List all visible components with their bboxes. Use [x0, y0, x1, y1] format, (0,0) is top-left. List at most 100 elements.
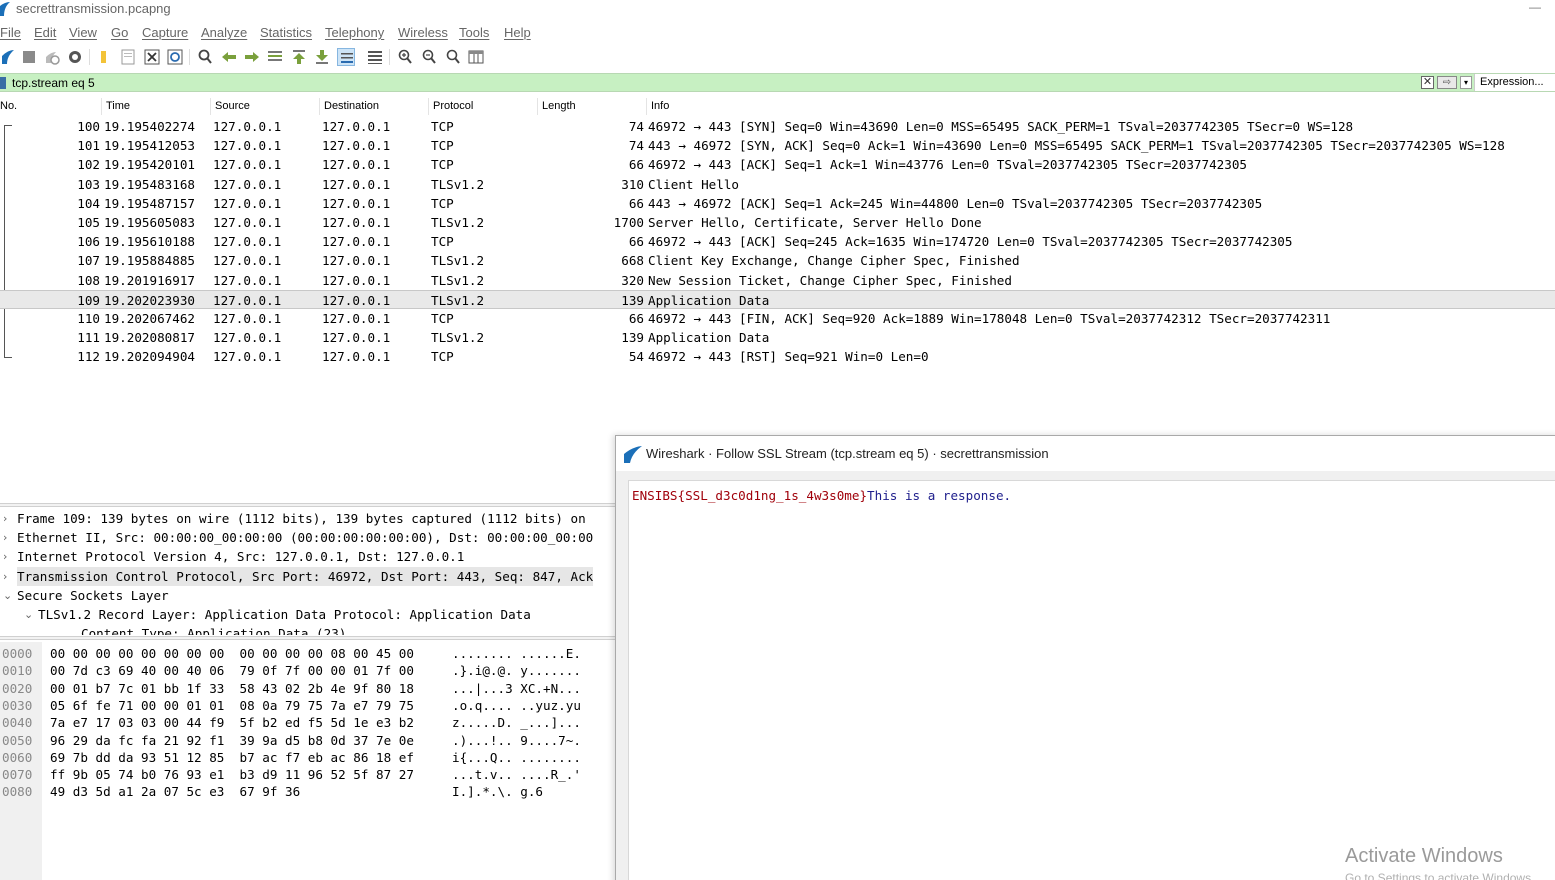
packet-row[interactable]: 103 19.195483168 127.0.0.1 127.0.0.1 TLSv1.2… — [0, 175, 1555, 194]
detail-tree-item[interactable]: ⌄ Secure Sockets Layer — [0, 586, 615, 605]
packet-row[interactable]: 109 19.202023930 127.0.0.1 127.0.0.1 TLSv1.2… — [0, 289, 1555, 309]
packet-row[interactable]: 105 19.195605083 127.0.0.1 127.0.0.1 TLSv1.2… — [0, 213, 1555, 232]
expanded-chevron-icon[interactable]: ⌄ — [24, 605, 33, 624]
menu-help[interactable]: Help — [504, 25, 531, 40]
menu-view[interactable]: View — [69, 25, 97, 40]
close-file-icon[interactable] — [143, 48, 161, 66]
reload-file-icon[interactable] — [166, 48, 184, 66]
hex-row[interactable]: 0030 05 6f fe 71 00 00 01 01 08 0a 79 75 … — [0, 697, 615, 714]
shark-fin-start-icon[interactable] — [0, 48, 18, 66]
packet-no: 105 — [77, 215, 100, 230]
expression-button[interactable]: Expression... — [1474, 74, 1555, 91]
go-forward-icon[interactable] — [243, 48, 261, 66]
open-file-icon[interactable] — [95, 48, 113, 66]
zoom-in-icon[interactable] — [396, 48, 414, 66]
menu-analyze[interactable]: Analyze — [201, 25, 247, 40]
column-source[interactable]: Source — [215, 100, 250, 112]
menu-telephony[interactable]: Telephony — [325, 25, 384, 40]
menu-file[interactable]: File — [0, 25, 21, 40]
colorize-icon[interactable] — [366, 48, 384, 66]
stream-content-area[interactable]: ENSIBS{SSL_d3c0d1ng_1s_4w3s0me}This is a… — [628, 480, 1555, 880]
packet-destination: 127.0.0.1 — [322, 330, 391, 346]
packet-no: 109 — [77, 292, 100, 308]
detail-tree-label: Transmission Control Protocol, Src Port:… — [17, 566, 594, 586]
collapsed-chevron-icon[interactable]: › — [3, 547, 7, 566]
column-time[interactable]: Time — [106, 100, 130, 112]
detail-tree-item[interactable]: › Frame 109: 139 bytes on wire (1112 bits… — [0, 509, 615, 528]
autoscroll-icon[interactable] — [337, 48, 355, 66]
column-protocol[interactable]: Protocol — [433, 100, 473, 112]
packet-row[interactable]: 102 19.195420101 127.0.0.1 127.0.0.1 TCP 66 46… — [0, 155, 1555, 174]
detail-tree-item[interactable]: › Internet Protocol Version 4, Src: 127.0… — [0, 547, 615, 566]
hex-offset: 0050 — [2, 732, 33, 748]
packet-row[interactable]: 106 19.195610188 127.0.0.1 127.0.0.1 TCP 66 46… — [0, 232, 1555, 251]
packet-row[interactable]: 111 19.202080817 127.0.0.1 127.0.0.1 TLSv1.2… — [0, 328, 1555, 347]
hex-row[interactable]: 0040 7a e7 17 03 03 00 44 f9 5f b2 ed f5 … — [0, 714, 615, 731]
packet-row[interactable]: 110 19.202067462 127.0.0.1 127.0.0.1 TCP 66 46… — [0, 309, 1555, 328]
packet-time: 19.202023930 — [104, 292, 195, 308]
filter-history-dropdown[interactable]: ▾ — [1460, 76, 1472, 89]
hex-row[interactable]: 0070 ff 9b 05 74 b0 76 93 e1 b3 d9 11 96 … — [0, 766, 615, 783]
hex-row[interactable]: 0050 96 29 da fc fa 21 92 f1 39 9a d5 b8 … — [0, 732, 615, 749]
collapsed-chevron-icon[interactable]: › — [3, 567, 7, 586]
column-info[interactable]: Info — [651, 100, 669, 112]
hex-row[interactable]: 0010 00 7d c3 69 40 00 40 06 79 0f 7f 00 … — [0, 662, 615, 679]
packet-row[interactable]: 100 19.195402274 127.0.0.1 127.0.0.1 TCP 74 46… — [0, 117, 1555, 136]
collapsed-chevron-icon[interactable]: › — [3, 509, 7, 528]
minimize-button[interactable]: — — [1529, 0, 1541, 14]
stream-text: ENSIBS{SSL_d3c0d1ng_1s_4w3s0me}This is a… — [632, 488, 1011, 503]
hex-row[interactable]: 0000 00 00 00 00 00 00 00 00 00 00 00 00 … — [0, 645, 615, 662]
go-first-icon[interactable] — [290, 48, 308, 66]
menu-tools[interactable]: Tools — [459, 25, 489, 40]
pane-splitter[interactable] — [0, 503, 615, 507]
packet-time: 19.195487157 — [104, 195, 195, 211]
packet-row[interactable]: 104 19.195487157 127.0.0.1 127.0.0.1 TCP 66 44… — [0, 194, 1555, 213]
display-filter-input[interactable] — [12, 74, 1412, 91]
menu-go[interactable]: Go — [111, 25, 128, 40]
go-last-icon[interactable] — [313, 48, 331, 66]
expanded-chevron-icon[interactable]: ⌄ — [3, 586, 12, 605]
hex-offset: 0030 — [2, 697, 33, 713]
hex-ascii: .}.i@.@. y....... — [452, 663, 581, 679]
packet-row[interactable]: 108 19.201916917 127.0.0.1 127.0.0.1 TLSv1.2… — [0, 271, 1555, 290]
zoom-out-icon[interactable] — [420, 48, 438, 66]
resize-columns-icon[interactable] — [467, 48, 485, 66]
go-back-icon[interactable] — [220, 48, 238, 66]
restart-capture-icon[interactable] — [43, 48, 61, 66]
collapsed-chevron-icon[interactable]: › — [3, 528, 7, 547]
menu-wireless[interactable]: Wireless — [398, 25, 448, 40]
packet-row[interactable]: 112 19.202094904 127.0.0.1 127.0.0.1 TCP 54 46… — [0, 347, 1555, 366]
menu-statistics[interactable]: Statistics — [260, 25, 312, 40]
packet-time: 19.202094904 — [104, 349, 195, 365]
detail-tree-item[interactable]: ⌄ TLSv1.2 Record Layer: Application Data … — [0, 605, 615, 624]
hex-row[interactable]: 0020 00 01 b7 7c 01 bb 1f 33 58 43 02 2b … — [0, 680, 615, 697]
menu-capture[interactable]: Capture — [142, 25, 188, 40]
pane-splitter[interactable] — [0, 636, 615, 640]
go-to-packet-icon[interactable] — [266, 48, 284, 66]
clear-filter-icon[interactable]: ✕ — [1421, 76, 1434, 89]
normal-size-icon[interactable] — [444, 48, 462, 66]
column-no[interactable]: No. — [0, 100, 17, 112]
packet-info: 46972 → 443 [ACK] Seq=245 Ack=1635 Win=1… — [648, 234, 1293, 250]
find-packet-icon[interactable] — [196, 48, 214, 66]
filter-bookmark-icon[interactable] — [0, 77, 6, 89]
hex-row[interactable]: 0080 49 d3 5d a1 2a 07 5c e3 67 9f 36 I.].… — [0, 783, 615, 800]
stop-capture-icon[interactable] — [20, 48, 38, 66]
menu-edit[interactable]: Edit — [34, 25, 56, 40]
hex-bytes: 00 01 b7 7c 01 bb 1f 33 58 43 02 2b 4e 9… — [50, 680, 414, 696]
column-destination[interactable]: Destination — [324, 100, 379, 112]
column-length[interactable]: Length — [542, 100, 576, 112]
packet-list-header: No. Time Source Destination Protocol Len… — [0, 98, 1555, 115]
packet-row[interactable]: 107 19.195884885 127.0.0.1 127.0.0.1 TLSv1.2… — [0, 251, 1555, 270]
capture-options-icon[interactable] — [66, 48, 84, 66]
save-file-icon[interactable] — [119, 48, 137, 66]
detail-tree-item[interactable]: › Transmission Control Protocol, Src Port… — [0, 566, 615, 586]
apply-filter-icon[interactable]: ⇨ — [1437, 76, 1457, 89]
detail-tree-item[interactable]: Content Type: Application Data (23) — [0, 624, 615, 635]
packet-length: 74 — [628, 119, 644, 134]
packet-source: 127.0.0.1 — [213, 119, 282, 134]
dialog-title-bar[interactable]: Wireshark · Follow SSL Stream (tcp.strea… — [616, 436, 1555, 471]
hex-row[interactable]: 0060 69 7b dd da 93 51 12 85 b7 ac f7 eb … — [0, 749, 615, 766]
detail-tree-item[interactable]: › Ethernet II, Src: 00:00:00_00:00:00 (00… — [0, 528, 615, 547]
packet-row[interactable]: 101 19.195412053 127.0.0.1 127.0.0.1 TCP 74 44… — [0, 136, 1555, 155]
